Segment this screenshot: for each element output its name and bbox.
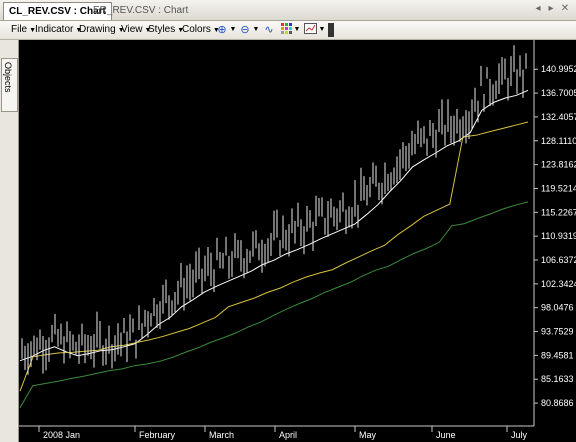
x-tick-label: 2008 Jan — [43, 430, 80, 440]
zoom-out-icon[interactable]: ⊖ — [239, 23, 251, 37]
y-tick-label: 106.6372 — [541, 255, 576, 265]
y-tick-label: 119.5214 — [541, 183, 576, 193]
y-tick-label: 98.0476 — [541, 303, 574, 313]
chart-type-icon[interactable] — [303, 23, 317, 37]
price-chart[interactable]: 140.9952 136.7005 132.4057 128.1110 123.8162… — [19, 40, 576, 442]
x-tick-label: March — [209, 430, 234, 440]
x-tick-label: July — [511, 430, 528, 440]
menu-file[interactable]: File ▼ — [11, 22, 36, 38]
close-icon[interactable]: ✕ — [559, 3, 571, 15]
menu-styles[interactable]: Styles ▼ — [148, 22, 184, 38]
chevron-right-icon[interactable]: ▸ — [545, 3, 557, 15]
objects-tab[interactable]: Objects — [1, 58, 18, 112]
grid-dropdown-icon[interactable]: ▼ — [293, 23, 301, 37]
x-tick-label: June — [436, 430, 456, 440]
zoom-out-dropdown-icon[interactable]: ▼ — [252, 23, 260, 37]
menu-view[interactable]: View ▼ — [121, 22, 151, 38]
grid-icon[interactable] — [280, 23, 292, 37]
x-tick-label: May — [359, 430, 377, 440]
y-tick-label: 136.7005 — [541, 88, 576, 98]
tab-er-rev-chart[interactable]: ER_REV.CSV : Chart — [88, 2, 193, 19]
chart-type-dropdown-icon[interactable]: ▼ — [318, 23, 326, 37]
chart-background — [19, 40, 576, 442]
chevron-left-icon[interactable]: ◂ — [532, 3, 544, 15]
line-style-icon[interactable]: ∿ — [262, 23, 276, 37]
objects-sidebar: Objects — [0, 40, 19, 442]
x-tick-label: April — [279, 430, 297, 440]
y-tick-label: 85.1633 — [541, 374, 574, 384]
menu-colors[interactable]: Colors ▼ — [182, 22, 220, 38]
y-tick-label: 102.3424 — [541, 279, 576, 289]
y-tick-label: 132.4057 — [541, 112, 576, 122]
document-tab-bar: CL_REV.CSV : Chart ER_REV.CSV : Chart ◂ … — [0, 0, 576, 21]
zoom-in-dropdown-icon[interactable]: ▼ — [229, 23, 237, 37]
x-tick-label: February — [139, 430, 176, 440]
menu-indicator[interactable]: Indicator ▼ — [35, 22, 82, 38]
y-tick-label: 110.9319 — [541, 231, 576, 241]
y-tick-label: 93.7529 — [541, 327, 574, 337]
y-tick-label: 140.9952 — [541, 64, 576, 74]
y-tick-label: 128.1110 — [541, 136, 576, 146]
zoom-in-icon[interactable]: ⊕ — [216, 23, 228, 37]
chart-toolbar: File ▼ Indicator ▼ Drawing ▼ View ▼ Styles ▼ … — [0, 21, 576, 40]
toolbar-overflow-icon[interactable] — [328, 23, 334, 37]
y-tick-label: 123.8162 — [541, 160, 576, 170]
menu-drawing[interactable]: Drawing ▼ — [79, 22, 125, 38]
y-tick-label: 80.8686 — [541, 398, 574, 408]
y-tick-label: 115.2267 — [541, 207, 576, 217]
y-tick-label: 89.4581 — [541, 350, 574, 360]
